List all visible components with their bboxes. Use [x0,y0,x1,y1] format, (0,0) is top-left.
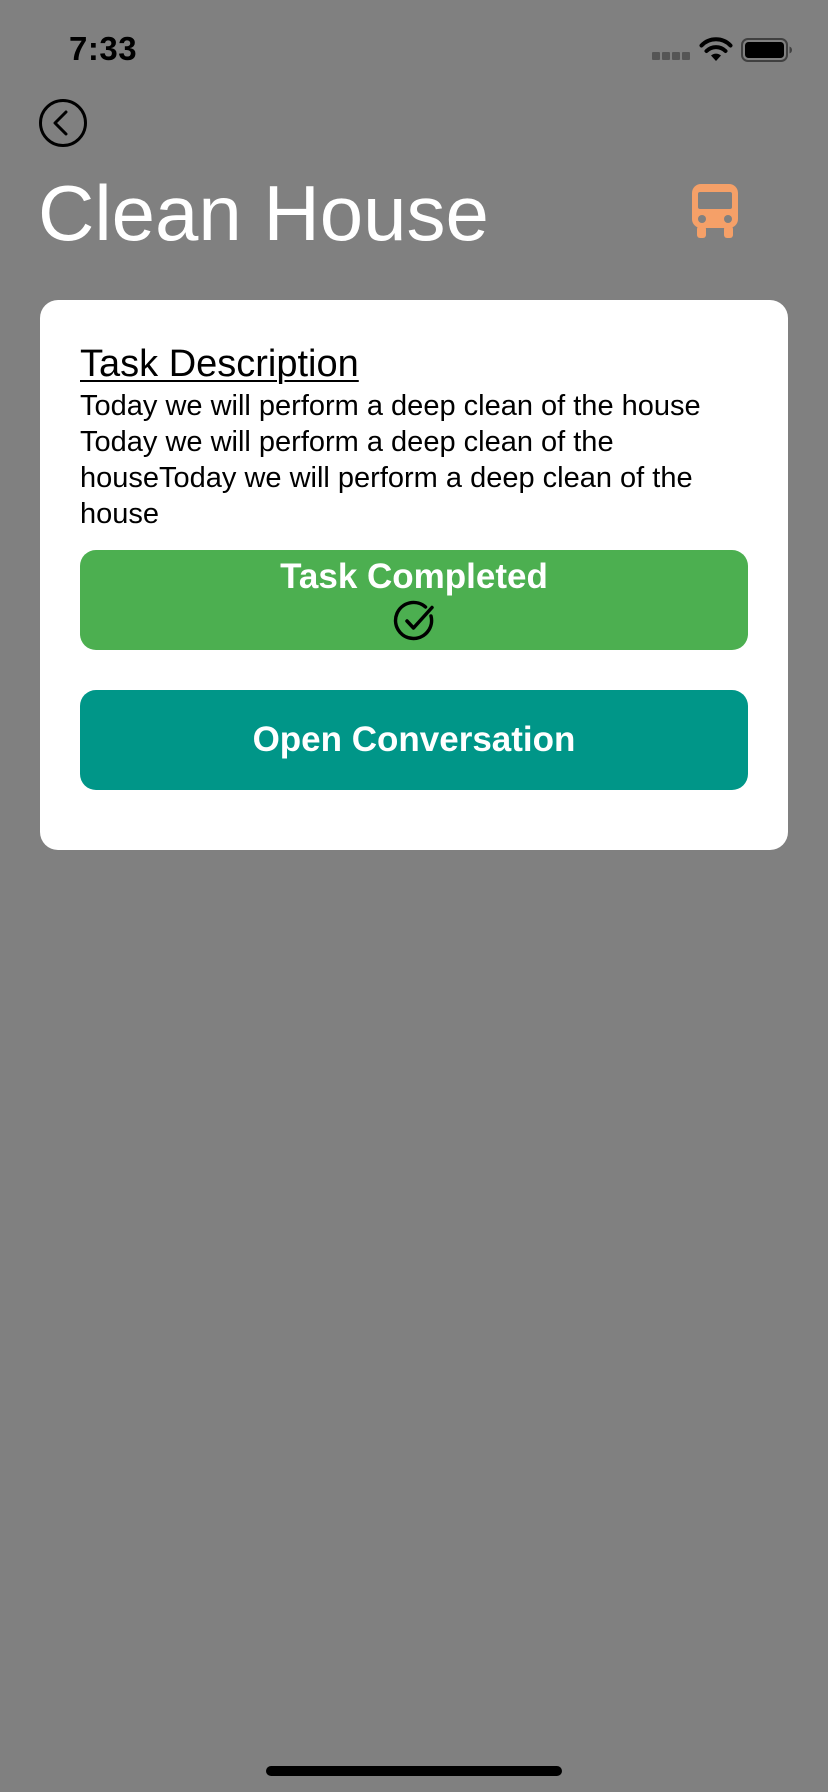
task-description-text: Today we will perform a deep clean of th… [80,390,701,530]
task-completed-button[interactable]: Task Completed [80,550,748,650]
check-circle-icon [393,600,434,641]
task-card: Task Description Today we will perform a… [40,300,788,850]
status-bar: 7:33 [0,0,828,100]
cellular-signal-icon [652,52,690,64]
open-conversation-button[interactable]: Open Conversation [80,690,748,790]
page-title: Clean House [38,169,489,257]
battery-icon [741,38,792,62]
task-description-heading: Task Description [80,343,359,385]
home-indicator[interactable] [266,1766,562,1776]
task-completed-label: Task Completed [280,557,548,596]
wifi-icon [699,37,733,61]
bus-button[interactable] [690,182,740,240]
status-time: 7:33 [69,30,138,67]
back-button[interactable] [38,98,88,148]
open-conversation-label: Open Conversation [252,720,576,759]
chevron-left-circle-icon [39,99,87,147]
bus-icon [692,184,738,238]
